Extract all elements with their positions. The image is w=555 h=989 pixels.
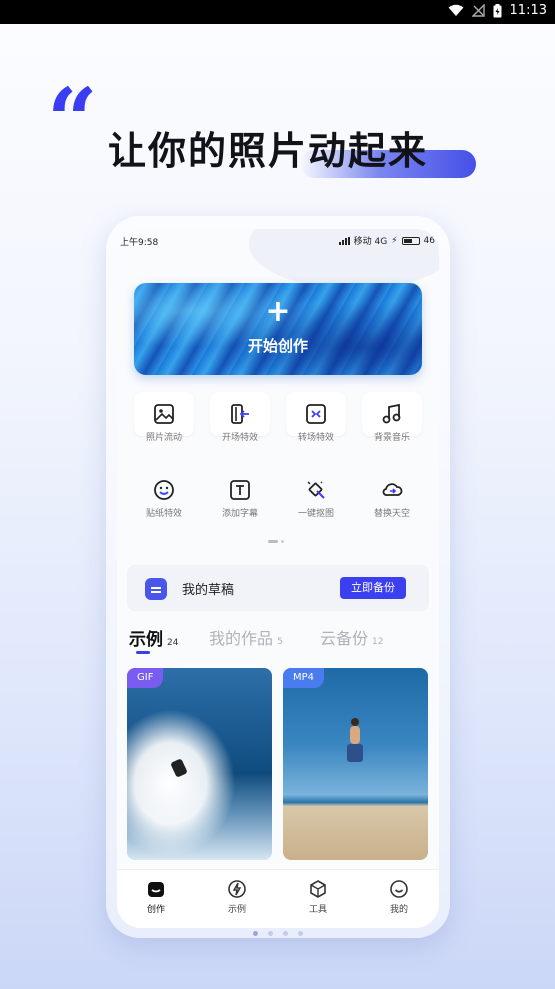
text-subtitle-icon [230, 480, 250, 500]
nav-mine[interactable]: 我的 [374, 878, 424, 915]
promo-page-indicator [253, 931, 303, 936]
bottom-navigation: 创作 示例 工具 我的 [117, 869, 439, 928]
phone-battery-icon [401, 236, 420, 245]
tab-my-works[interactable]: 我的作品 5 [209, 625, 283, 649]
no-signal-icon [471, 4, 485, 17]
signal-bars-icon [338, 236, 350, 245]
example-card-surf[interactable]: GIF [127, 668, 272, 860]
tool-replace-sky[interactable]: 替换天空 [362, 468, 422, 524]
tool-label: 添加字幕 [221, 509, 258, 519]
tab-label: 示例 [129, 630, 163, 650]
tool-label: 贴纸特效 [145, 509, 182, 519]
tab-count: 12 [372, 637, 384, 647]
magic-wand-icon [307, 481, 325, 499]
page-dot [253, 931, 258, 936]
drafts-icon [145, 578, 167, 600]
tab-count: 24 [167, 638, 179, 648]
battery-charging-icon [493, 3, 502, 17]
tool-label: 背景音乐 [373, 433, 410, 443]
nav-create[interactable]: 创作 [131, 878, 181, 915]
jumper-figure [343, 718, 367, 766]
wifi-icon [448, 4, 464, 16]
tool-transition-effect[interactable]: 转场特效 [286, 392, 346, 448]
charging-icon: ⚡ [391, 235, 398, 246]
promo-canvas: “ 让你的照片动起来 上午9:58 移动 4G ⚡ 46 + 开始创作 照片流动… [0, 24, 555, 989]
phone-mockup: 上午9:58 移动 4G ⚡ 46 + 开始创作 照片流动 开场特效 转场特效 … [106, 216, 450, 938]
nav-tools[interactable]: 工具 [293, 878, 343, 915]
tab-cloud-backup[interactable]: 云备份 12 [320, 625, 383, 649]
phone-status-bar: 上午9:58 移动 4G ⚡ 46 [117, 233, 439, 249]
tool-one-click-cutout[interactable]: 一键抠图 [286, 468, 346, 524]
phone-screen: 上午9:58 移动 4G ⚡ 46 + 开始创作 照片流动 开场特效 转场特效 … [117, 229, 439, 928]
door-enter-icon [231, 404, 249, 424]
tab-examples[interactable]: 示例 24 [129, 625, 178, 650]
drafts-title: 我的草稿 [182, 583, 235, 598]
plus-icon: + [265, 294, 291, 329]
transition-icon [306, 404, 326, 424]
page-dot [283, 931, 288, 936]
content-tabs: 示例 24 我的作品 5 云备份 12 [127, 625, 429, 659]
tool-label: 转场特效 [297, 433, 334, 443]
active-tab-indicator [136, 651, 150, 654]
music-note-icon [382, 403, 401, 424]
image-icon [154, 404, 174, 424]
nav-label: 我的 [389, 905, 408, 915]
phone-battery-level: 46 [423, 235, 435, 246]
nav-label: 示例 [227, 905, 246, 915]
tab-count: 5 [277, 637, 283, 647]
format-badge: GIF [127, 668, 164, 688]
tab-label: 云备份 [320, 629, 369, 648]
tab-label: 我的作品 [209, 629, 274, 648]
nav-label: 创作 [146, 905, 165, 915]
format-badge: MP4 [283, 668, 325, 688]
quote-mark: “ [47, 68, 98, 172]
tool-label: 一键抠图 [297, 509, 334, 519]
page-dot [298, 931, 303, 936]
start-create-card[interactable]: + 开始创作 [134, 283, 422, 375]
start-create-label: 开始创作 [247, 337, 308, 355]
drafts-panel[interactable]: 我的草稿 立即备份 [127, 565, 429, 611]
nav-examples[interactable]: 示例 [212, 878, 262, 915]
backup-now-button[interactable]: 立即备份 [340, 577, 406, 599]
phone-carrier: 移动 4G [353, 237, 388, 247]
tool-opening-effect[interactable]: 开场特效 [210, 392, 270, 448]
tool-label: 替换天空 [373, 509, 410, 519]
smile-face-icon [390, 880, 408, 898]
smiley-sticker-icon [154, 480, 174, 500]
tool-label: 照片流动 [145, 433, 182, 443]
tool-add-subtitle[interactable]: 添加字幕 [210, 468, 270, 524]
example-card-jump[interactable]: MP4 [283, 668, 428, 860]
tools-page-indicator [268, 540, 284, 543]
page-dot [268, 931, 273, 936]
tool-sticker-effect[interactable]: 贴纸特效 [134, 468, 194, 524]
tool-background-music[interactable]: 背景音乐 [362, 392, 422, 448]
tool-photo-flow[interactable]: 照片流动 [134, 392, 194, 448]
system-status-bar: 11:13 [0, 0, 555, 24]
cube-icon [310, 880, 326, 898]
status-time: 11:13 [509, 3, 547, 18]
surfer-figure [170, 758, 188, 778]
nav-label: 工具 [308, 905, 327, 915]
lightning-icon [228, 880, 246, 898]
phone-time: 上午9:58 [120, 238, 159, 248]
promo-headline: 让你的照片动起来 [108, 129, 429, 173]
cloud-swap-icon [382, 483, 403, 496]
home-create-icon [148, 882, 164, 897]
tool-label: 开场特效 [221, 433, 258, 443]
